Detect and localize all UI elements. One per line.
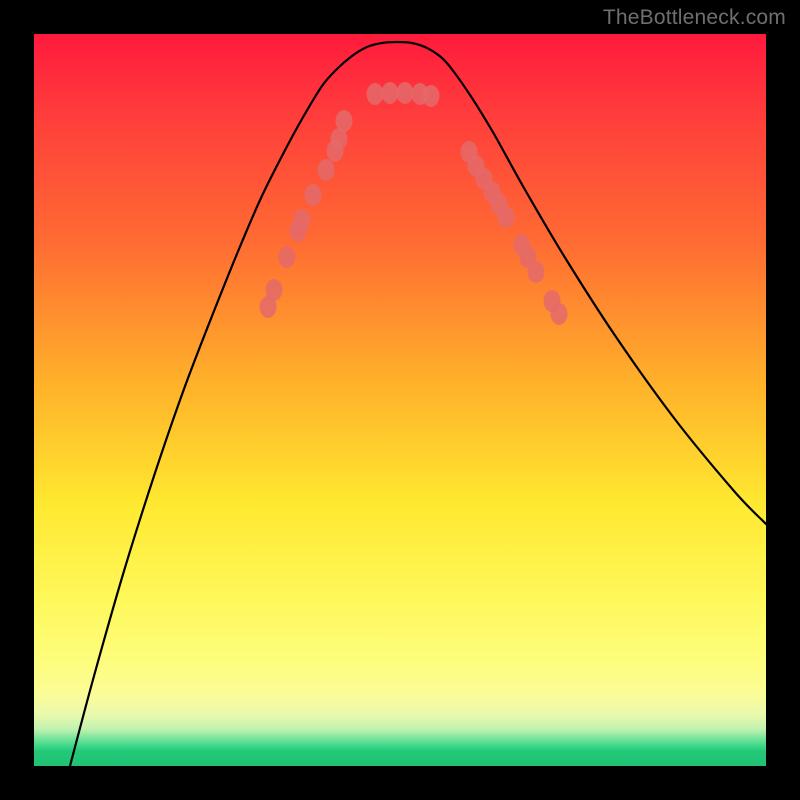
- marker-dot: [318, 159, 335, 181]
- marker-dot: [528, 261, 545, 283]
- marker-dot: [279, 246, 296, 268]
- marker-dot: [266, 279, 283, 301]
- marker-dot: [498, 206, 515, 228]
- marker-dot: [336, 110, 353, 132]
- marker-dot: [294, 209, 311, 231]
- curve-path: [70, 42, 766, 766]
- marker-dot: [397, 82, 414, 104]
- highlighted-points: [260, 82, 568, 325]
- chart-frame: TheBottleneck.com: [0, 0, 800, 800]
- marker-dot: [551, 303, 568, 325]
- marker-dot: [382, 82, 399, 104]
- plot-area: [34, 34, 766, 766]
- watermark-text: TheBottleneck.com: [603, 6, 786, 30]
- chart-overlay: [34, 34, 766, 766]
- marker-dot: [423, 85, 440, 107]
- marker-dot: [367, 83, 384, 105]
- marker-dot: [305, 184, 322, 206]
- bottleneck-curve: [70, 42, 766, 766]
